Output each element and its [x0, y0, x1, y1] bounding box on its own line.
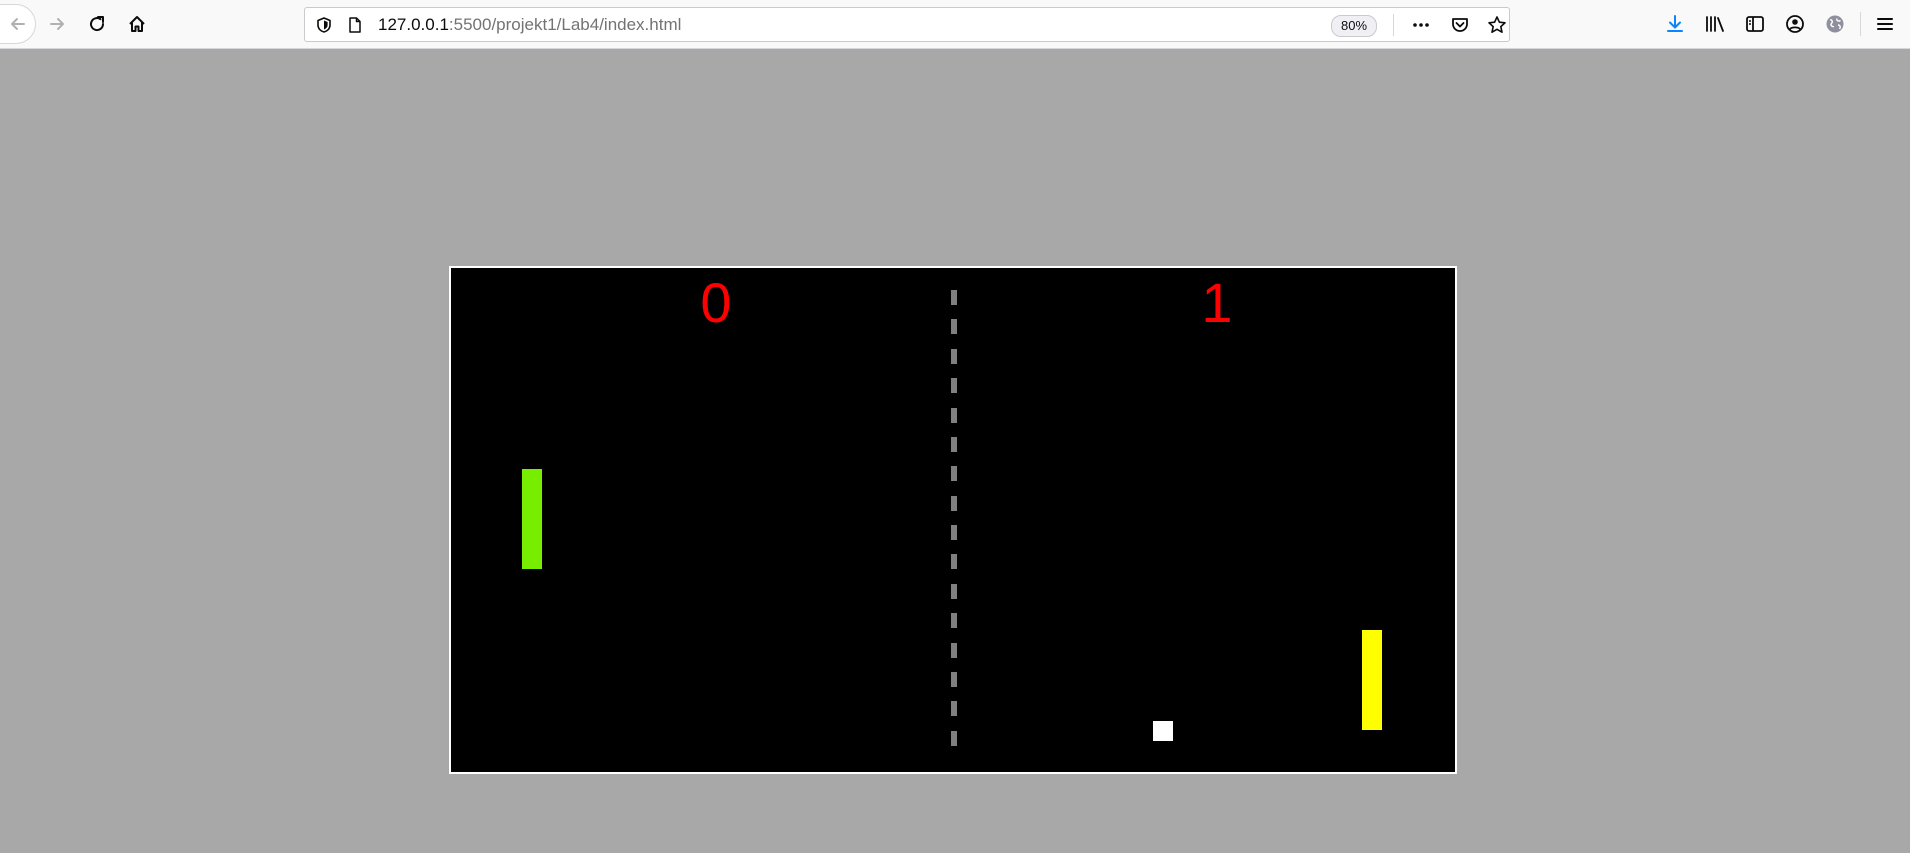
url-bar-divider [1393, 14, 1394, 36]
net-dash [951, 701, 957, 716]
home-icon [127, 14, 147, 34]
pocket-icon[interactable] [1450, 15, 1470, 35]
reload-button[interactable] [80, 7, 114, 41]
center-net [951, 290, 957, 760]
extension-button[interactable] [1818, 7, 1852, 41]
sidebar-button[interactable] [1738, 7, 1772, 41]
browser-toolbar: 127.0.0.1:5500/projekt1/Lab4/index.html … [0, 0, 1910, 49]
star-icon[interactable] [1487, 15, 1507, 35]
download-arrow-icon [1665, 14, 1685, 34]
left-player-score: 0 [700, 271, 732, 334]
zoom-level-badge[interactable]: 80% [1331, 15, 1378, 37]
home-button[interactable] [120, 7, 154, 41]
net-dash [951, 408, 957, 423]
net-dash [951, 613, 957, 628]
page-icon[interactable] [345, 15, 365, 35]
ball [1153, 721, 1173, 741]
net-dash [951, 525, 957, 540]
hamburger-menu-icon [1875, 14, 1895, 34]
right-player-score: 1 [1201, 271, 1233, 334]
net-dash [951, 290, 957, 305]
reload-icon [87, 14, 107, 34]
sidebar-icon [1745, 14, 1765, 34]
url-text[interactable]: 127.0.0.1:5500/projekt1/Lab4/index.html [378, 15, 681, 35]
net-dash [951, 554, 957, 569]
account-button[interactable] [1778, 7, 1812, 41]
more-dots-icon[interactable] [1411, 15, 1431, 35]
net-dash [951, 319, 957, 334]
right-paddle [1362, 630, 1382, 730]
left-paddle [522, 469, 542, 569]
extension-globe-icon [1825, 14, 1845, 34]
library-button[interactable] [1698, 7, 1732, 41]
forward-button[interactable] [40, 7, 74, 41]
url-bar[interactable]: 127.0.0.1:5500/projekt1/Lab4/index.html … [304, 7, 1510, 42]
url-host: 127.0.0.1 [378, 15, 449, 34]
library-icon [1704, 14, 1726, 34]
back-button[interactable] [0, 4, 36, 44]
account-icon [1785, 14, 1805, 34]
tracking-protection-shield-icon[interactable] [314, 15, 334, 35]
menu-button[interactable] [1868, 7, 1902, 41]
net-dash [951, 496, 957, 511]
net-dash [951, 437, 957, 452]
pong-game-canvas[interactable]: 0 1 [449, 266, 1457, 774]
forward-arrow-icon [47, 14, 67, 34]
url-path: :5500/projekt1/Lab4/index.html [448, 15, 682, 34]
net-dash [951, 349, 957, 364]
back-arrow-icon [8, 14, 28, 34]
net-dash [951, 731, 957, 746]
net-dash [951, 584, 957, 599]
net-dash [951, 466, 957, 481]
net-dash [951, 378, 957, 393]
net-dash [951, 672, 957, 687]
toolbar-divider [1860, 12, 1861, 36]
net-dash [951, 643, 957, 658]
downloads-button[interactable] [1658, 7, 1692, 41]
